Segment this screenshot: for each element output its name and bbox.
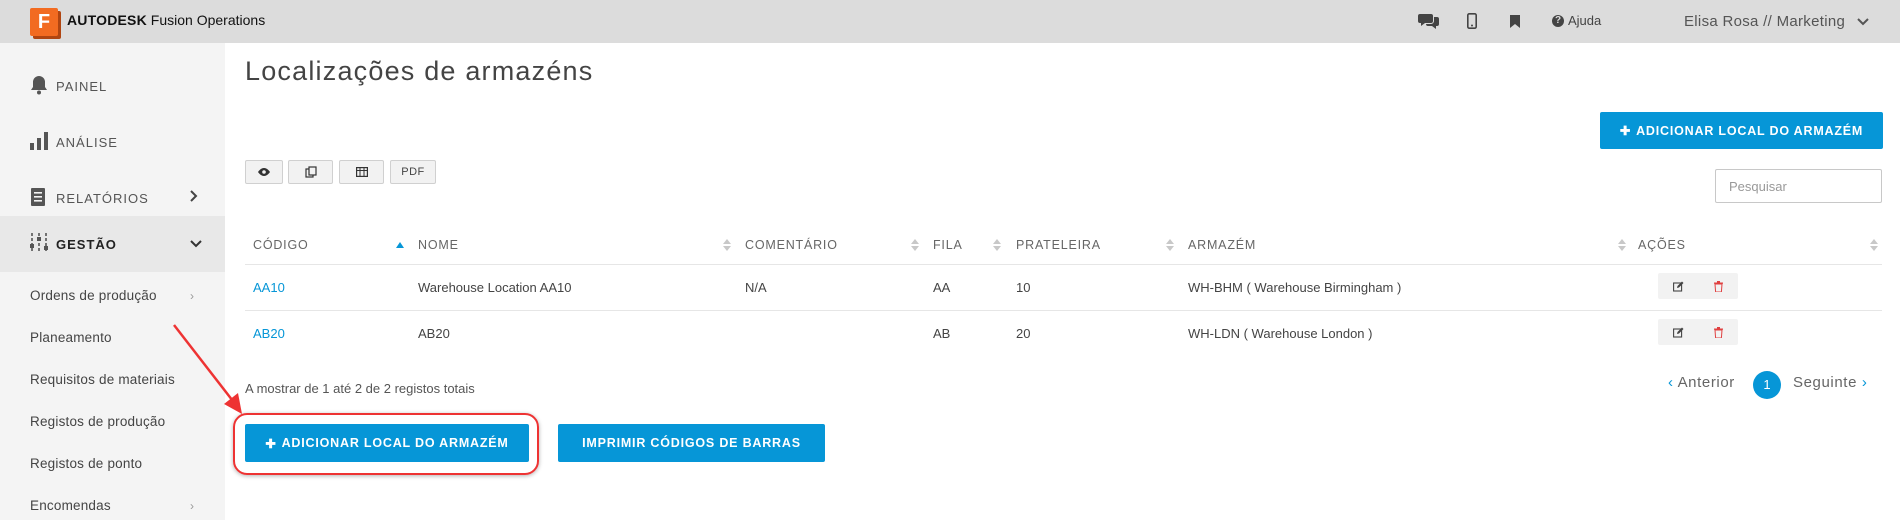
print-barcodes-button[interactable]: IMPRIMIR CÓDIGOS DE BARRAS (558, 424, 825, 462)
pagination-page-1[interactable]: 1 (1753, 371, 1781, 399)
trash-icon[interactable] (1698, 273, 1738, 299)
row-shelf: 20 (1016, 326, 1031, 341)
table-divider (245, 310, 1882, 311)
row-name: Warehouse Location AA10 (418, 280, 572, 295)
pagination-previous[interactable]: ‹ Anterior (1668, 374, 1735, 391)
row-actions (1658, 319, 1738, 345)
table-divider (245, 264, 1882, 265)
chevron-left-icon: ‹ (1668, 374, 1674, 391)
row-warehouse: WH-LDN ( Warehouse London ) (1188, 326, 1373, 341)
row-actions (1658, 273, 1738, 299)
col-header-acoes: AÇÕES (1638, 238, 1686, 252)
sort-icon (1166, 239, 1174, 251)
bookmark-icon[interactable] (1510, 10, 1520, 32)
help-icon: ? (1552, 14, 1564, 27)
row-shelf: 10 (1016, 280, 1031, 295)
col-header-comentario[interactable]: COMENTÁRIO (745, 238, 838, 252)
sort-icon (911, 239, 919, 251)
chat-icon[interactable] (1418, 10, 1440, 32)
row-warehouse: WH-BHM ( Warehouse Birmingham ) (1188, 280, 1402, 295)
edit-icon[interactable] (1658, 319, 1698, 345)
col-header-fila[interactable]: FILA (933, 238, 963, 252)
chevron-right-icon: › (190, 499, 194, 513)
edit-icon[interactable] (1658, 273, 1698, 299)
sort-icon (993, 239, 1001, 251)
col-header-armazem[interactable]: ARMAZÉM (1188, 238, 1256, 252)
sidebar-sub-encomendas[interactable]: Encomendas (30, 498, 111, 513)
pagination-next[interactable]: Seguinte › (1793, 374, 1867, 391)
pdf-export-button[interactable]: PDF (390, 160, 436, 184)
search-input[interactable] (1715, 169, 1882, 203)
mobile-icon[interactable] (1467, 10, 1477, 32)
chevron-down-icon (1857, 17, 1869, 25)
row-name: AB20 (418, 326, 450, 341)
sort-icon (1618, 239, 1626, 251)
plus-icon: ✚ (1619, 124, 1632, 138)
help-link[interactable]: ? Ajuda (1552, 13, 1601, 28)
row-row: AB (933, 326, 951, 341)
annotation-arrow (173, 324, 242, 414)
row-row: AA (933, 280, 951, 295)
sort-asc-icon (396, 242, 404, 248)
chevron-right-icon: › (1861, 374, 1868, 391)
sort-icon (1870, 239, 1878, 251)
col-header-nome[interactable]: NOME (418, 238, 459, 252)
sidebar-sub-registos-ponto[interactable]: Registos de ponto (30, 456, 142, 471)
table-icon (355, 167, 368, 177)
csv-export-button[interactable] (339, 160, 384, 184)
trash-icon[interactable] (1698, 319, 1738, 345)
col-header-prateleira[interactable]: PRATELEIRA (1016, 238, 1101, 252)
sort-icon (723, 239, 731, 251)
add-location-button-top[interactable]: ✚ ADICIONAR LOCAL DO ARMAZÉM (1600, 112, 1883, 149)
row-comment: N/A (745, 280, 767, 295)
user-menu[interactable]: Elisa Rosa // Marketing (1684, 13, 1869, 30)
